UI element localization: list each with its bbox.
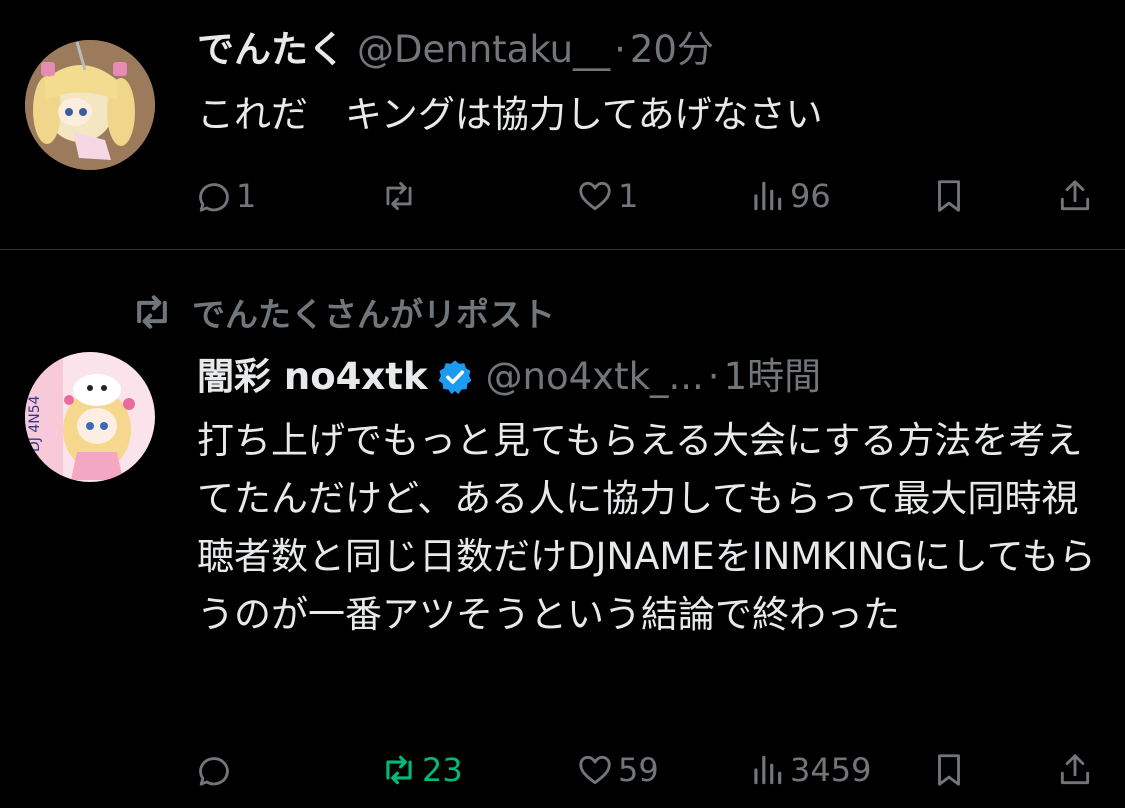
share-icon — [1060, 180, 1090, 211]
views-icon — [754, 181, 782, 211]
tweet-header: 闇彩 no4xtk @no4xtk_... · 1時間 — [197, 355, 821, 399]
share-icon — [1060, 754, 1090, 785]
repost-button[interactable] — [380, 171, 422, 221]
reply-icon — [199, 183, 229, 212]
bookmark-icon — [938, 754, 960, 786]
action-bar: 23 59 3459 — [190, 745, 1098, 795]
display-name[interactable]: でんたく — [197, 28, 345, 72]
like-count: 1 — [618, 177, 639, 215]
like-button[interactable]: 59 — [576, 745, 659, 795]
avatar[interactable] — [25, 40, 155, 170]
tweet-header: でんたく @Denntaku__ · 20分 — [197, 28, 714, 72]
svg-text:DJ 4N54: DJ 4N54 — [27, 395, 43, 452]
tweet[interactable]: でんたく @Denntaku__ · 20分 これだ キングは協力してあげなさい… — [0, 0, 1125, 250]
handle[interactable]: @Denntaku__ — [357, 28, 610, 72]
separator-dot: · — [707, 355, 720, 398]
share-button[interactable] — [1056, 745, 1094, 795]
display-name[interactable]: 闇彩 no4xtk — [197, 355, 428, 399]
reply-button[interactable]: 1 — [194, 171, 256, 221]
bookmark-button[interactable] — [930, 171, 968, 221]
views-count: 3459 — [790, 751, 872, 789]
avatar-image — [25, 40, 155, 170]
like-button[interactable]: 1 — [576, 171, 638, 221]
views-button[interactable]: 96 — [748, 171, 831, 221]
repost-count: 23 — [422, 751, 463, 789]
avatar-image: DJ 4N54 — [25, 352, 155, 482]
repost-button[interactable]: 23 — [380, 745, 463, 795]
views-icon — [754, 755, 782, 785]
views-button[interactable]: 3459 — [748, 745, 871, 795]
tweet-text: 打ち上げでもっと見てもらえる大会にする方法を考えてたんだけど、ある人に協力しても… — [197, 419, 1096, 636]
tweet-text: これだ キングは協力してあげなさい — [197, 93, 823, 136]
reply-count: 1 — [236, 177, 257, 215]
like-count: 59 — [618, 751, 659, 789]
tweet[interactable]: でんたくさんがリポスト DJ 4N54 闇彩 no4xtk @no4xtk_..… — [0, 250, 1125, 808]
avatar[interactable]: DJ 4N54 — [25, 352, 155, 482]
repost-icon — [386, 181, 412, 211]
reply-icon — [199, 757, 229, 786]
views-count: 96 — [790, 177, 831, 215]
repost-banner-text: でんたくさんがリポスト — [192, 295, 555, 334]
reply-button[interactable] — [194, 745, 236, 795]
repost-banner[interactable]: でんたくさんがリポスト — [130, 288, 555, 336]
verified-badge-icon — [438, 360, 472, 395]
like-icon — [579, 181, 611, 211]
bookmark-button[interactable] — [930, 745, 968, 795]
bookmark-icon — [938, 180, 960, 212]
repost-icon — [137, 295, 167, 329]
timestamp[interactable]: 1時間 — [724, 355, 822, 399]
timestamp[interactable]: 20分 — [630, 28, 714, 72]
share-button[interactable] — [1056, 171, 1094, 221]
verified-badge[interactable] — [436, 358, 474, 396]
action-bar: 1 1 96 — [190, 171, 1098, 221]
separator-dot: · — [614, 28, 626, 71]
repost-icon — [386, 755, 412, 785]
like-icon — [579, 755, 611, 785]
handle[interactable]: @no4xtk_... — [486, 355, 704, 399]
